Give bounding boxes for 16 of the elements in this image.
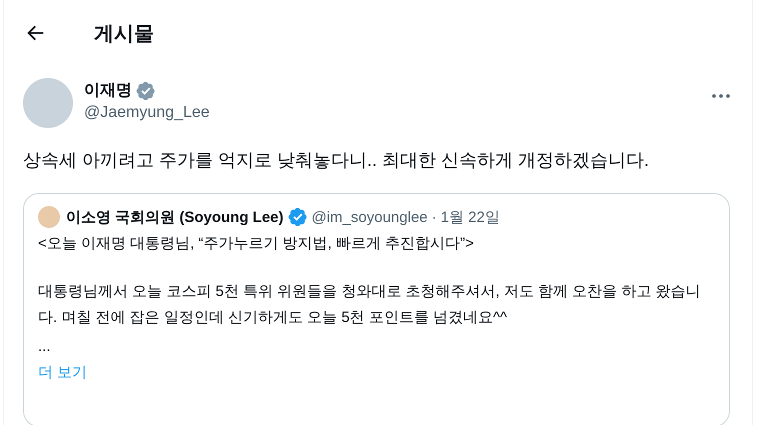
separator-dot: · bbox=[432, 208, 437, 226]
avatar bbox=[38, 206, 60, 228]
quoted-post-text: <오늘 이재명 대통령님, “주가누르기 방지법, 빠르게 추진합시다”> bbox=[38, 234, 475, 254]
ellipsis-text: ... bbox=[38, 337, 52, 357]
verified-badge-icon bbox=[136, 80, 156, 100]
more-icon bbox=[712, 94, 730, 98]
verified-badge-icon bbox=[288, 207, 308, 227]
quoted-author-handle: @im_soyounglee bbox=[312, 208, 428, 226]
post-date: 1월 22일 bbox=[440, 208, 500, 226]
page-title: 게시물 bbox=[94, 22, 154, 46]
author-handle[interactable]: @Jaemyung_Lee bbox=[84, 104, 706, 122]
quoted-author-name: 이소영 국회의원 (Soyoung Lee) bbox=[66, 208, 284, 226]
quoted-post-card[interactable]: 이소영 국회의원 (Soyoung Lee) @im_soyounglee · 1월 22일 <오늘 이재명 대통령님, “주가누르기 방지법, 빠르게 추진합시다”> 대통령님께서 오늘 코스피 5천 특위 위원들을 청와대로 초청해주셔서, 저도 함께 오찬을 하고 왔습니다. 며칠 전에 잡은 일정인데 신기하게도 오늘 5천 포인트를 넘겼네요^^ ... 더 보기 bbox=[23, 193, 730, 425]
author-name[interactable]: 이재명 bbox=[84, 80, 132, 101]
post-text: 상속세 아끼려고 주가를 억지로 낮춰놓다니.. 최대한 신속하게 개정하겠습니다. bbox=[23, 149, 650, 172]
quoted-post-text: 대통령님께서 오늘 코스피 5천 특위 위원들을 청와대로 초청해주셔서, 저도 함께 오찬을 하고 왔습니다. 며칠 전에 잡은 일정인데 신기하게도 오늘 5천 포인트를 넘겼네요^^ bbox=[38, 282, 702, 328]
